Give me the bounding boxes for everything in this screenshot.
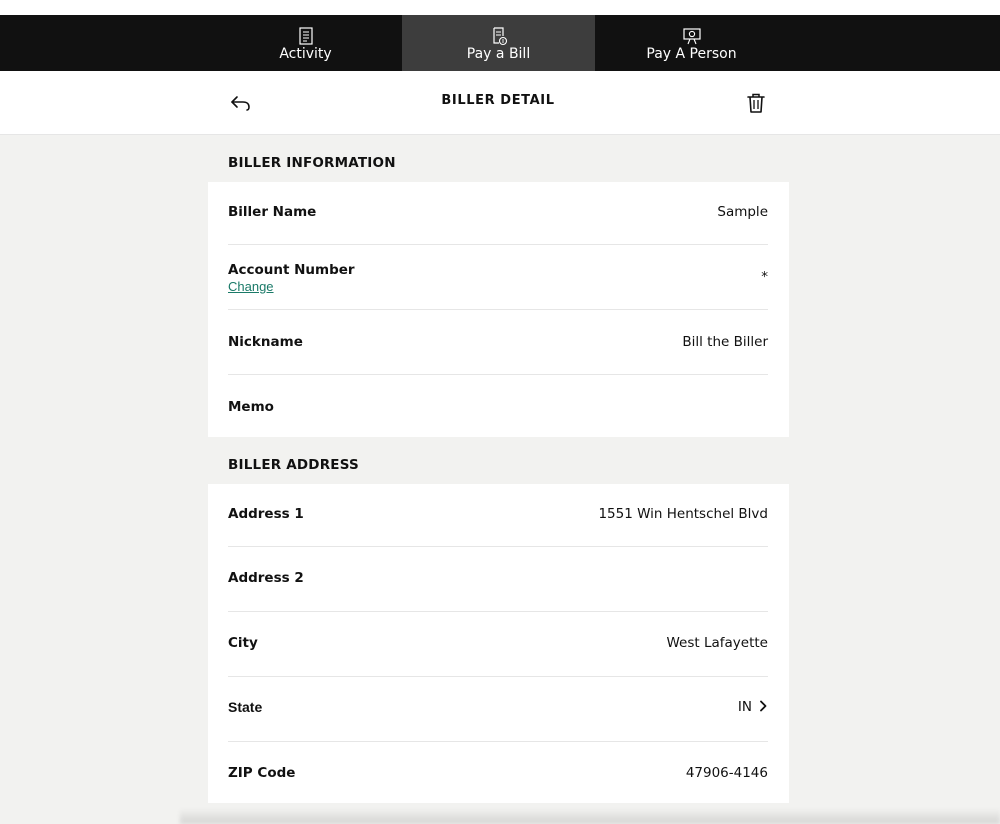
state-row[interactable]: State IN [228, 677, 768, 741]
person-payment-icon [682, 28, 701, 45]
account-number-value: * [761, 269, 768, 285]
biller-name-row: Biller Name Sample [228, 182, 768, 244]
state-label: State [228, 699, 263, 715]
back-arrow-icon[interactable] [228, 91, 254, 115]
city-value: West Lafayette [666, 635, 769, 651]
trash-icon[interactable] [745, 91, 767, 115]
nickname-value: Bill the Biller [682, 334, 768, 350]
city-row[interactable]: City West Lafayette [228, 612, 768, 676]
tab-pay-a-bill-label: Pay a Bill [466, 46, 531, 62]
top-strip [0, 0, 1000, 15]
bill-icon [492, 27, 507, 46]
biller-name-value: Sample [717, 204, 768, 220]
city-label: City [228, 635, 258, 651]
tab-pay-a-person-label: Pay A Person [646, 46, 737, 62]
bottom-nav-bar: Activity Pay a Bill Pay A Person [0, 15, 1000, 71]
zip-value: 47906-4146 [685, 765, 768, 781]
nickname-label: Nickname [228, 334, 303, 350]
memo-row[interactable]: Memo [228, 375, 768, 437]
page-title: BILLER DETAIL [441, 93, 555, 108]
biller-information-heading: BILLER INFORMATION [228, 155, 396, 171]
nickname-row[interactable]: Nickname Bill the Biller [228, 310, 768, 374]
biller-information-card: Biller Name Sample Account Number Change… [208, 182, 789, 437]
chevron-right-icon [760, 700, 767, 712]
state-value-wrap: IN [738, 699, 768, 715]
address1-row[interactable]: Address 1 1551 Win Hentschel Blvd [228, 484, 768, 546]
memo-label: Memo [228, 399, 274, 415]
biller-address-heading: BILLER ADDRESS [228, 457, 359, 473]
change-account-number-link[interactable]: Change [228, 279, 274, 294]
tab-activity-label: Activity [279, 46, 332, 62]
bottom-shadow [180, 808, 1000, 824]
address1-value: 1551 Win Hentschel Blvd [598, 506, 768, 522]
account-number-row: Account Number Change * [228, 245, 768, 309]
address2-row[interactable]: Address 2 [228, 547, 768, 611]
biller-name-label: Biller Name [228, 204, 317, 220]
tab-pay-a-bill[interactable]: Pay a Bill [402, 15, 595, 71]
state-value: IN [737, 699, 752, 715]
zip-label: ZIP Code [228, 765, 296, 781]
tab-activity[interactable]: Activity [209, 15, 402, 71]
address1-label: Address 1 [228, 506, 304, 522]
zip-row[interactable]: ZIP Code 47906-4146 [228, 742, 768, 803]
tab-pay-a-person[interactable]: Pay A Person [595, 15, 788, 71]
address2-label: Address 2 [228, 570, 304, 586]
activity-icon [298, 27, 313, 45]
biller-address-card: Address 1 1551 Win Hentschel Blvd Addres… [208, 484, 789, 803]
account-number-label: Account Number [228, 262, 355, 278]
page-header: BILLER DETAIL [0, 71, 1000, 135]
